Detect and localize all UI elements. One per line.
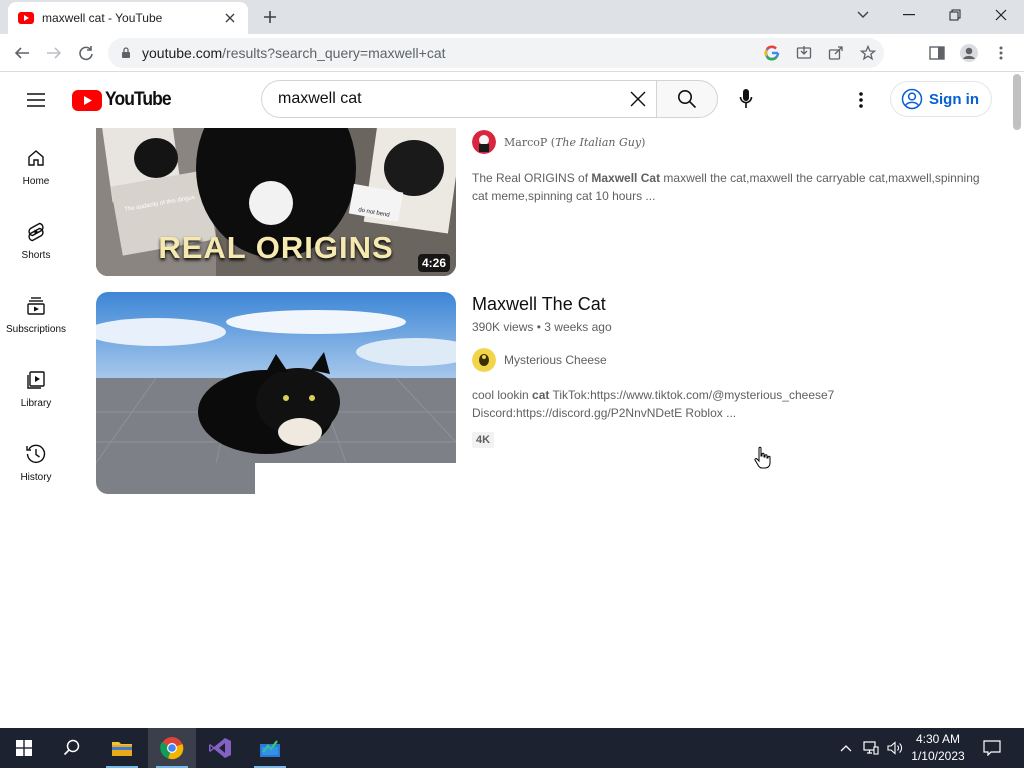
address-bar[interactable]: youtube.com/results?search_query=maxwell… bbox=[108, 38, 884, 68]
side-panel-icon[interactable] bbox=[922, 38, 952, 68]
meta-separator: • bbox=[536, 320, 541, 334]
search-input[interactable] bbox=[278, 90, 618, 108]
youtube-favicon-icon bbox=[18, 10, 34, 26]
microphone-icon bbox=[739, 89, 753, 108]
google-translate-icon[interactable] bbox=[756, 38, 788, 68]
browser-tab-title: maxwell cat - YouTube bbox=[42, 11, 163, 25]
network-icon[interactable] bbox=[860, 728, 882, 768]
thumbnail-title-text: REAL ORIGINS bbox=[158, 230, 394, 265]
description-highlight: Maxwell Cat bbox=[591, 171, 661, 185]
page-scrollbar[interactable] bbox=[1010, 72, 1024, 728]
search-box bbox=[261, 80, 656, 118]
account-circle-icon bbox=[901, 88, 923, 110]
quality-badge: 4K bbox=[472, 432, 495, 448]
restore-window-icon[interactable] bbox=[932, 0, 978, 30]
video-description: The Real ORIGINS of Maxwell Cat maxwell … bbox=[472, 169, 982, 205]
taskbar-chrome[interactable] bbox=[148, 728, 196, 768]
back-arrow-icon[interactable] bbox=[10, 41, 34, 65]
view-count: 390K views bbox=[472, 320, 534, 334]
lock-icon[interactable] bbox=[118, 45, 134, 61]
tab-close-icon[interactable] bbox=[222, 10, 238, 26]
channel-suffix: The Italian Guy bbox=[555, 135, 642, 149]
forward-arrow-icon[interactable] bbox=[42, 41, 66, 65]
clock-time: 4:30 AM bbox=[915, 732, 961, 746]
channel-link[interactable]: MarcoP (The Italian Guy) bbox=[472, 130, 645, 154]
youtube-logo-icon bbox=[72, 89, 102, 111]
minimize-window-icon[interactable] bbox=[886, 0, 932, 30]
description-highlight: cat bbox=[532, 388, 550, 402]
video-title[interactable]: Maxwell The Cat bbox=[472, 294, 606, 315]
taskbar-visual-studio[interactable] bbox=[196, 728, 244, 768]
hand-cursor-icon bbox=[754, 446, 771, 469]
channel-avatar bbox=[472, 130, 496, 154]
taskbar-clock[interactable]: 4:30 AM 1/10/2023 bbox=[900, 731, 976, 765]
bookmark-star-icon[interactable] bbox=[852, 38, 884, 68]
youtube-wordmark: YouTube bbox=[105, 89, 172, 110]
address-path: /results?search_query=maxwell+cat bbox=[222, 45, 446, 61]
address-url: youtube.com/results?search_query=maxwell… bbox=[142, 45, 446, 61]
profile-avatar-icon[interactable] bbox=[954, 38, 984, 68]
search-icon bbox=[63, 739, 80, 756]
search-results: The audacity of this dingus do not bend … bbox=[0, 128, 1010, 728]
new-tab-button[interactable] bbox=[258, 6, 282, 28]
show-hidden-icons-chevron[interactable] bbox=[836, 728, 856, 768]
app-icon bbox=[260, 740, 280, 757]
video-duration: 4:26 bbox=[417, 254, 450, 272]
description-text: The Real ORIGINS of bbox=[472, 171, 592, 185]
start-button[interactable] bbox=[0, 728, 48, 768]
description-text: cool lookin bbox=[472, 388, 533, 402]
clear-search-icon[interactable] bbox=[626, 87, 650, 111]
share-icon[interactable] bbox=[820, 38, 852, 68]
windows-taskbar: 4:30 AM 1/10/2023 bbox=[0, 728, 1024, 768]
install-app-icon[interactable] bbox=[788, 38, 820, 68]
browser-tab-active[interactable]: maxwell cat - YouTube bbox=[8, 2, 248, 34]
tab-search-chevron-icon[interactable] bbox=[840, 0, 886, 30]
channel-avatar bbox=[472, 348, 496, 372]
chrome-icon bbox=[160, 737, 184, 760]
channel-link[interactable]: Mysterious Cheese bbox=[472, 348, 607, 372]
close-window-icon[interactable] bbox=[978, 0, 1024, 30]
visual-studio-icon bbox=[209, 738, 231, 758]
channel-name-wrapper: MarcoP (The Italian Guy) bbox=[504, 135, 646, 149]
upload-age: 3 weeks ago bbox=[544, 320, 612, 334]
taskbar-search-button[interactable] bbox=[48, 728, 96, 768]
chrome-menu-icon[interactable] bbox=[986, 38, 1016, 68]
video-thumbnail[interactable]: The audacity of this dingus do not bend … bbox=[96, 128, 456, 276]
video-description: cool lookin cat TikTok:https://www.tikto… bbox=[472, 386, 982, 422]
sign-in-button[interactable]: Sign in bbox=[890, 81, 992, 117]
clock-date: 1/10/2023 bbox=[911, 749, 965, 763]
taskbar-app[interactable] bbox=[246, 728, 294, 768]
browser-tabstrip: maxwell cat - YouTube bbox=[0, 0, 1024, 34]
address-host: youtube.com bbox=[142, 45, 223, 61]
taskbar-file-explorer[interactable] bbox=[98, 728, 146, 768]
scrollbar-thumb[interactable] bbox=[1013, 74, 1021, 130]
reload-icon[interactable] bbox=[74, 41, 98, 65]
search-button[interactable] bbox=[656, 80, 718, 118]
youtube-logo[interactable]: YouTube bbox=[72, 88, 176, 112]
search-icon bbox=[678, 90, 697, 109]
browser-toolbar: youtube.com/results?search_query=maxwell… bbox=[0, 34, 1024, 72]
hamburger-menu-icon[interactable] bbox=[20, 84, 52, 116]
youtube-masthead: YouTube Sign in bbox=[0, 72, 1010, 128]
voice-search-button[interactable] bbox=[728, 81, 764, 117]
channel-name: MarcoP bbox=[504, 135, 548, 149]
video-thumbnail[interactable] bbox=[96, 292, 456, 494]
folder-icon bbox=[112, 742, 132, 756]
settings-more-icon[interactable] bbox=[846, 86, 876, 114]
channel-name: Mysterious Cheese bbox=[504, 353, 607, 367]
sign-in-label: Sign in bbox=[929, 90, 979, 108]
thumbnail-image bbox=[96, 292, 456, 494]
notifications-icon[interactable] bbox=[978, 728, 1006, 768]
windows-logo-icon bbox=[16, 740, 32, 756]
video-metadata: 390K views • 3 weeks ago bbox=[472, 320, 612, 334]
